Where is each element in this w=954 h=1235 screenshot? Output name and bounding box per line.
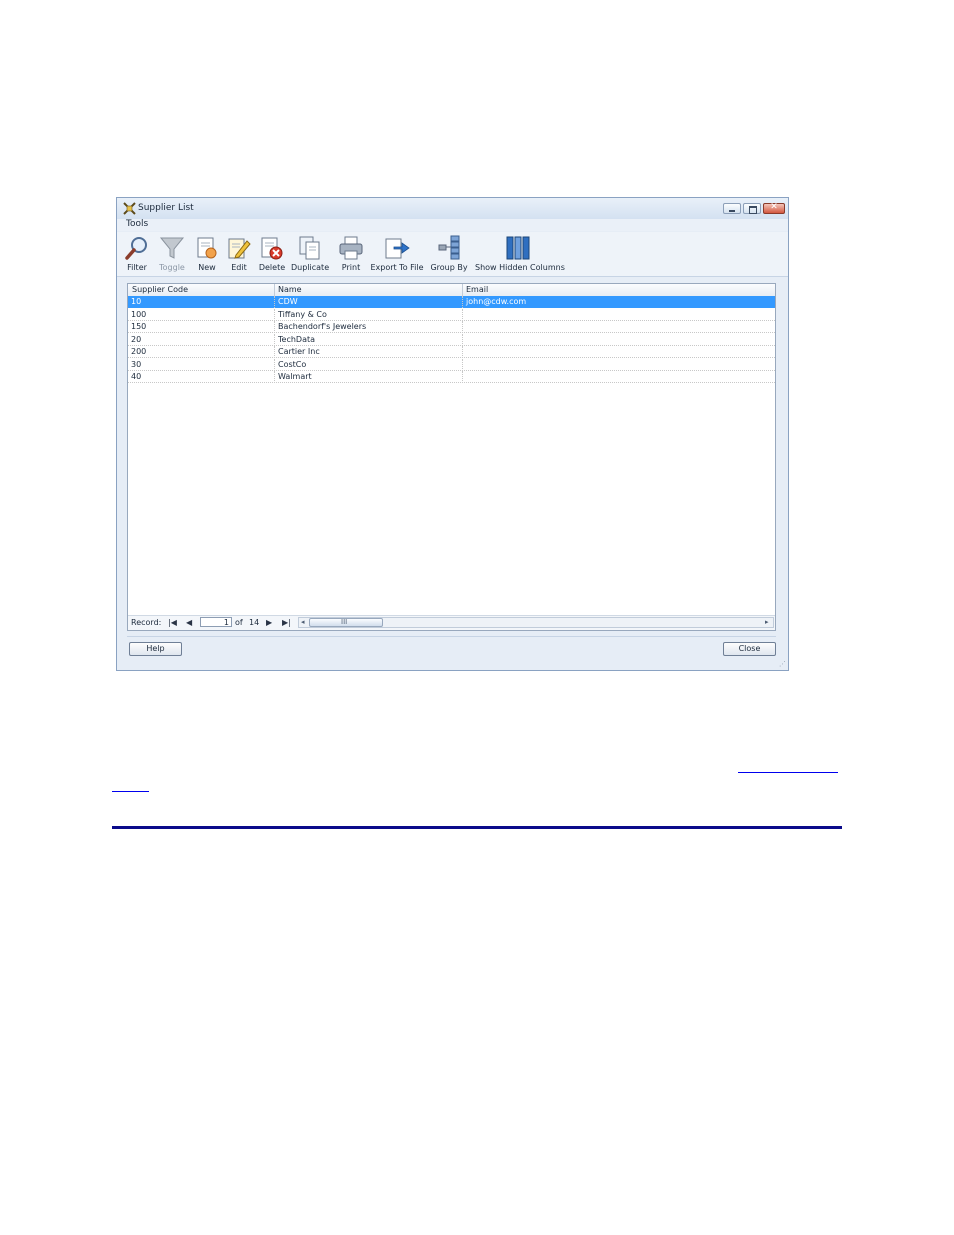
column-separator[interactable] <box>274 284 275 296</box>
help-button[interactable]: Help <box>129 642 182 656</box>
edit-pencil-icon <box>228 238 251 259</box>
group-by-button[interactable]: Group By <box>430 232 468 276</box>
column-header-name[interactable]: Name <box>278 285 302 294</box>
record-number-input[interactable]: 1 <box>200 617 232 627</box>
record-label: Record: <box>131 618 162 627</box>
cell-divider <box>274 296 276 308</box>
cell-name: TechData <box>278 334 316 344</box>
minimize-button[interactable] <box>723 203 741 214</box>
cell-divider <box>274 346 276 358</box>
cell-supplier-code: 100 <box>131 309 147 319</box>
toggle-button: Toggle <box>157 232 187 276</box>
cell-supplier-code: 150 <box>131 322 147 331</box>
supplier-list-window: Supplier List ✕ Tools Filter Toggle New … <box>116 197 789 671</box>
cell-supplier-code: 200 <box>131 347 147 356</box>
next-record-button[interactable]: ▶ <box>266 618 272 627</box>
record-total: 14 <box>249 618 260 627</box>
supplier-grid[interactable]: Supplier Code Name Email 10 CDW john@cdw… <box>127 283 776 631</box>
table-row[interactable]: 20 TechData <box>128 333 775 346</box>
cell-divider <box>462 333 464 346</box>
filter-button[interactable]: Filter <box>123 232 151 276</box>
table-row[interactable]: 200 Cartier Inc <box>128 346 775 358</box>
delete-button[interactable]: Delete <box>257 232 287 276</box>
cell-supplier-code: 20 <box>131 334 142 344</box>
toolbar: Filter Toggle New Edit Delete Duplicate … <box>117 232 788 277</box>
cell-divider <box>274 321 276 333</box>
cell-name: Cartier Inc <box>278 347 320 356</box>
title-bar[interactable]: Supplier List ✕ <box>117 198 788 220</box>
of-label: of <box>235 618 243 627</box>
cell-divider <box>274 358 276 371</box>
cell-name: CostCo <box>278 359 307 369</box>
cell-divider <box>462 346 464 358</box>
cell-name: Bachendorf's Jewelers <box>278 322 367 331</box>
cell-divider <box>274 333 276 346</box>
cell-name: CDW <box>278 297 298 306</box>
cell-divider <box>462 371 464 383</box>
group-by-icon <box>438 235 460 260</box>
column-separator[interactable] <box>462 284 463 296</box>
maximize-icon <box>749 206 757 214</box>
cell-supplier-code: 40 <box>131 372 142 381</box>
duplicate-icon <box>299 236 320 260</box>
export-icon <box>385 238 410 259</box>
cell-divider <box>274 371 276 383</box>
scroll-left-icon[interactable]: ◂ <box>301 618 305 626</box>
table-row[interactable]: 10 CDW john@cdw.com <box>128 296 775 308</box>
menu-tools[interactable]: Tools <box>126 219 148 229</box>
table-row[interactable]: 40 Walmart <box>128 371 775 383</box>
export-to-file-button[interactable]: Export To File <box>370 232 424 276</box>
duplicate-button[interactable]: Duplicate <box>291 232 329 276</box>
new-button[interactable]: New <box>193 232 221 276</box>
horizontal-scrollbar[interactable]: ◂ III ▸ <box>298 617 774 628</box>
horizontal-rule <box>112 826 842 829</box>
show-hidden-columns-button[interactable]: Show Hidden Columns <box>475 232 565 276</box>
cell-divider <box>462 321 464 333</box>
close-button[interactable]: Close <box>723 642 776 656</box>
cell-name: Tiffany & Co <box>278 309 327 319</box>
cell-divider <box>274 308 276 321</box>
print-button[interactable]: Print <box>337 232 365 276</box>
cell-divider <box>462 296 464 308</box>
document-link[interactable] <box>738 757 838 773</box>
delete-icon <box>261 237 283 260</box>
scrollbar-thumb[interactable]: III <box>309 618 383 627</box>
scrollbar-grip: III <box>341 618 348 626</box>
table-row[interactable]: 30 CostCo <box>128 358 775 371</box>
menu-bar: Tools <box>117 219 788 231</box>
window-title: Supplier List <box>138 203 194 213</box>
cell-name: Walmart <box>278 372 312 381</box>
close-icon: ✕ <box>770 202 778 212</box>
printer-icon <box>339 236 363 260</box>
column-header-supplier-code[interactable]: Supplier Code <box>132 285 188 294</box>
magnifier-icon <box>125 237 147 260</box>
app-icon <box>123 202 136 215</box>
footer-separator <box>127 636 776 637</box>
cell-email: john@cdw.com <box>466 297 527 306</box>
cell-supplier-code: 30 <box>131 359 142 369</box>
cell-supplier-code: 10 <box>131 297 142 306</box>
cell-divider <box>462 308 464 321</box>
column-header-email[interactable]: Email <box>466 285 488 294</box>
document-link-continued[interactable] <box>112 776 149 792</box>
maximize-button[interactable] <box>743 203 761 214</box>
record-navigator: Record: |◀ ◀ 1 of 14 ▶ ▶| ◂ III ▸ <box>128 615 775 630</box>
funnel-icon <box>159 237 185 259</box>
last-record-button[interactable]: ▶| <box>282 618 291 627</box>
table-row[interactable]: 100 Tiffany & Co <box>128 308 775 321</box>
columns-icon <box>506 236 530 260</box>
previous-record-button[interactable]: ◀ <box>186 618 192 627</box>
edit-button[interactable]: Edit <box>225 232 253 276</box>
close-window-button[interactable]: ✕ <box>763 202 785 214</box>
first-record-button[interactable]: |◀ <box>168 618 177 627</box>
cell-divider <box>462 358 464 371</box>
scroll-right-icon[interactable]: ▸ <box>765 618 769 626</box>
table-row[interactable]: 150 Bachendorf's Jewelers <box>128 321 775 333</box>
minimize-icon <box>729 210 735 212</box>
resize-grip-icon[interactable]: ⋰ <box>779 660 786 668</box>
new-document-icon <box>197 237 217 259</box>
